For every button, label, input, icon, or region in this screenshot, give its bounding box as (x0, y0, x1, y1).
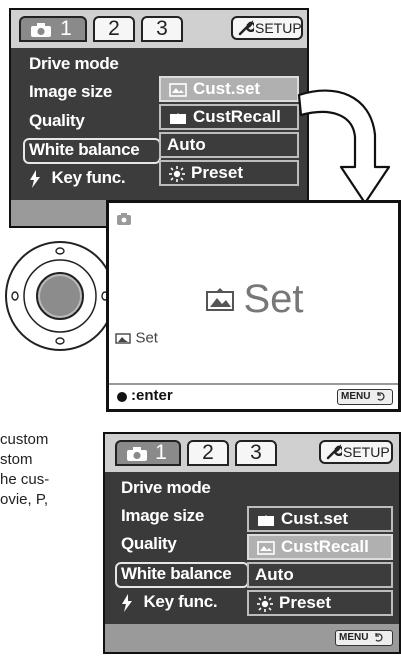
menu-item-image-size[interactable]: Image size (121, 506, 204, 526)
menu-key[interactable]: MENU (335, 630, 393, 646)
option-cust-set[interactable]: Cust.set (247, 506, 393, 532)
preview-bottom-bar: :enter MENU (109, 383, 398, 409)
auto-label: Auto (255, 565, 294, 584)
camera-icon (127, 447, 147, 461)
tab-1[interactable]: 1 (115, 440, 181, 466)
menu-item-quality[interactable]: Quality (121, 534, 177, 554)
lightning-icon (122, 593, 132, 612)
cust-set-icon (115, 333, 131, 344)
option-cust-recall[interactable]: CustRecall (159, 104, 299, 130)
tab-2-label: 2 (202, 441, 214, 464)
tab-3-label: 3 (250, 441, 262, 464)
set-small: Set (115, 329, 158, 347)
sun-icon (169, 165, 185, 182)
cust-set-icon (206, 287, 234, 311)
setup-button[interactable]: SETUP (319, 440, 393, 464)
caption-line-2: stom (0, 451, 33, 468)
option-auto[interactable]: Auto (159, 132, 299, 158)
menu-item-quality[interactable]: Quality (29, 111, 85, 131)
tab-2-label: 2 (108, 17, 120, 40)
caption-line-3: he cus- (0, 471, 50, 488)
tab-1-label: 1 (155, 441, 167, 464)
tab-1[interactable]: 1 (19, 16, 87, 42)
cust-set-label: Cust.set (281, 509, 349, 528)
option-cust-set[interactable]: Cust.set (159, 76, 299, 102)
sun-icon (257, 595, 273, 612)
menu-item-drive-mode[interactable]: Drive mode (121, 478, 211, 498)
setup-label: SETUP (343, 444, 390, 460)
menu-screen-bottom: 1 2 3 SETUP Drive mode Image size Qualit… (103, 432, 401, 654)
option-auto[interactable]: Auto (247, 562, 393, 588)
bottom-bar: MENU (105, 624, 399, 652)
menu-item-white-balance[interactable]: White balance (115, 562, 249, 588)
wrench-icon (238, 20, 254, 36)
cust-recall-icon (257, 540, 275, 555)
menu-key-label: MENU (339, 632, 369, 643)
menu-item-white-balance[interactable]: White balance (23, 138, 161, 164)
preview-screen: Set Set :enter MENU (106, 200, 401, 412)
menu-screen-top: 1 2 3 SETUP Drive mode Image size Qualit… (9, 8, 309, 228)
camera-icon (117, 213, 131, 225)
lightning-icon (30, 169, 40, 188)
return-icon (377, 391, 385, 401)
wrench-icon (326, 444, 342, 460)
tab-1-label: 1 (60, 17, 72, 40)
tab-bar: 1 2 3 SETUP (105, 434, 399, 472)
set-title-label: Set (243, 277, 304, 321)
cust-recall-label: CustRecall (281, 537, 369, 556)
camera-icon (31, 23, 51, 37)
curved-arrow-icon (297, 89, 391, 205)
auto-label: Auto (167, 135, 206, 154)
cust-recall-icon (170, 112, 186, 124)
preset-label: Preset (279, 593, 331, 612)
option-preset[interactable]: Preset (247, 590, 393, 616)
set-title: Set (205, 277, 304, 322)
option-cust-recall[interactable]: CustRecall (247, 534, 393, 560)
cust-set-icon (169, 82, 187, 97)
controller-dial[interactable] (4, 240, 116, 352)
key-func-label: Key func. (143, 592, 218, 611)
tab-bar: 1 2 3 SETUP (11, 10, 307, 48)
set-small-label: Set (135, 329, 158, 347)
option-preset[interactable]: Preset (159, 160, 299, 186)
cust-set-label: Cust.set (193, 79, 261, 98)
caption-line-1: custom (0, 431, 49, 448)
cust-set-icon (258, 514, 274, 526)
tab-3[interactable]: 3 (235, 440, 277, 466)
cust-recall-label: CustRecall (193, 107, 281, 126)
setup-button[interactable]: SETUP (231, 16, 303, 40)
menu-item-drive-mode[interactable]: Drive mode (29, 54, 119, 74)
menu-item-key-func[interactable]: Key func. (121, 592, 218, 612)
menu-item-image-size[interactable]: Image size (29, 82, 112, 102)
return-icon (375, 632, 383, 642)
menu-key-label: MENU (341, 391, 371, 402)
key-func-label: Key func. (51, 168, 126, 187)
tab-3[interactable]: 3 (141, 16, 183, 42)
tab-2[interactable]: 2 (187, 440, 229, 466)
preset-label: Preset (191, 163, 243, 182)
menu-key[interactable]: MENU (337, 389, 393, 405)
setup-label: SETUP (255, 20, 302, 36)
menu-item-key-func[interactable]: Key func. (29, 168, 126, 188)
tab-2[interactable]: 2 (93, 16, 135, 42)
tab-3-label: 3 (156, 17, 168, 40)
caption-line-4: ovie, P, (0, 491, 49, 508)
enter-dot-icon (117, 392, 127, 402)
enter-label: :enter (131, 387, 173, 404)
